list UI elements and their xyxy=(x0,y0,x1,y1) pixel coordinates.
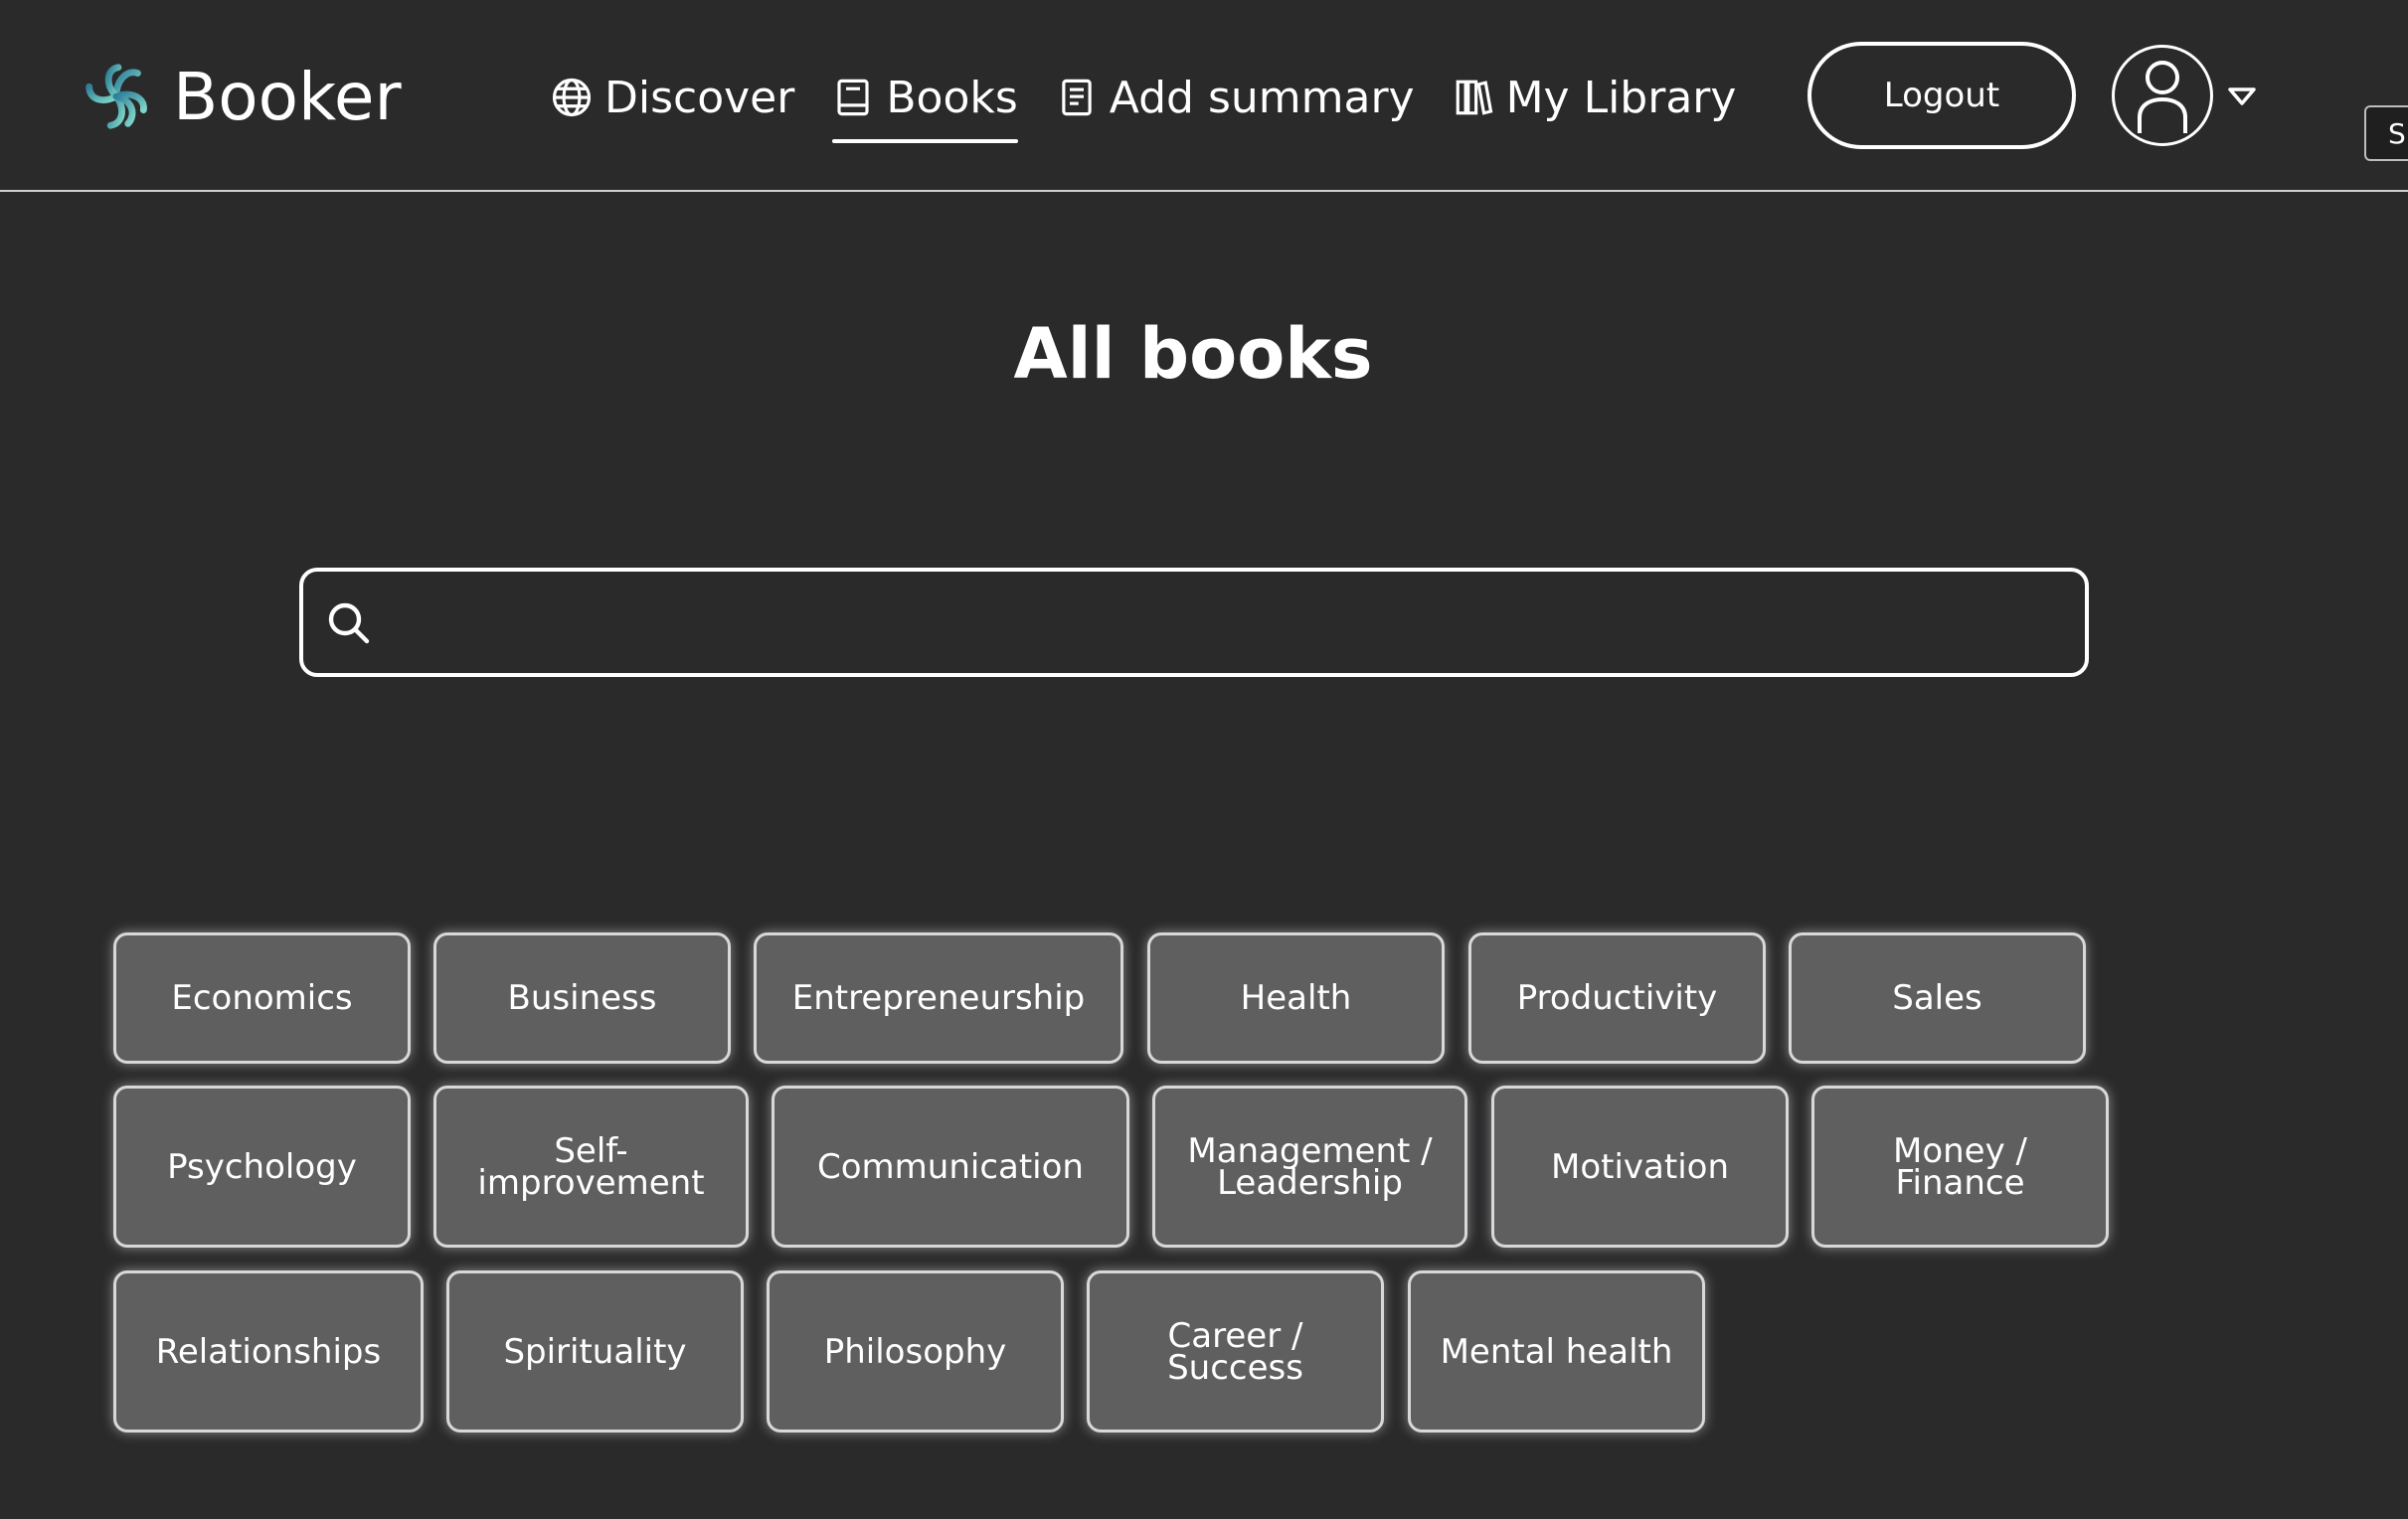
category-philosophy[interactable]: Philosophy xyxy=(767,1270,1064,1433)
nav-discover-label: Discover xyxy=(604,72,795,123)
document-icon xyxy=(1062,79,1092,116)
brand-name: Booker xyxy=(173,58,402,135)
category-entrepreneurship[interactable]: Entrepreneurship xyxy=(754,932,1123,1064)
book-icon xyxy=(837,79,869,116)
category-health[interactable]: Health xyxy=(1147,932,1445,1064)
category-business[interactable]: Business xyxy=(433,932,731,1064)
nav-books[interactable]: Books xyxy=(828,58,1021,143)
chevron-down-icon[interactable] xyxy=(2227,85,2257,107)
nav-books-label: Books xyxy=(886,72,1018,123)
top-navbar: Booker Discover Books Add summary My Lib… xyxy=(0,0,2408,192)
category-communication[interactable]: Communication xyxy=(772,1086,1129,1248)
main-nav: Discover Books Add summary My Library xyxy=(547,58,1741,143)
user-icon xyxy=(2138,61,2187,133)
booker-logo-icon xyxy=(86,64,147,129)
category-money-finance[interactable]: Money / Finance xyxy=(1811,1086,2109,1248)
search-input[interactable] xyxy=(393,584,2073,663)
nav-my-library-label: My Library xyxy=(1505,72,1737,123)
category-sales[interactable]: Sales xyxy=(1789,932,2086,1064)
globe-icon xyxy=(552,78,592,117)
brand[interactable]: Booker xyxy=(78,52,402,141)
search-icon xyxy=(328,602,370,644)
category-motivation[interactable]: Motivation xyxy=(1491,1086,1789,1248)
nav-my-library[interactable]: My Library xyxy=(1449,58,1741,137)
library-icon xyxy=(1456,80,1492,115)
category-relationships[interactable]: Relationships xyxy=(113,1270,424,1433)
page-title: All books xyxy=(1013,313,1373,395)
nav-add-summary[interactable]: Add summary xyxy=(1052,58,1419,137)
nav-add-summary-label: Add summary xyxy=(1109,72,1415,123)
category-productivity[interactable]: Productivity xyxy=(1468,932,1766,1064)
category-psychology[interactable]: Psychology xyxy=(113,1086,411,1248)
category-self-improvement[interactable]: Self-improvement xyxy=(433,1086,749,1248)
logout-button[interactable]: Logout xyxy=(1807,42,2076,149)
category-management-leadership[interactable]: Management / Leadership xyxy=(1152,1086,1467,1248)
nav-discover[interactable]: Discover xyxy=(547,58,798,137)
search-bar[interactable] xyxy=(299,568,2089,677)
category-career-success[interactable]: Career / Success xyxy=(1087,1270,1384,1433)
side-panel-tab[interactable]: S xyxy=(2364,105,2408,161)
category-spirituality[interactable]: Spirituality xyxy=(446,1270,744,1433)
category-economics[interactable]: Economics xyxy=(113,932,411,1064)
category-mental-health[interactable]: Mental health xyxy=(1408,1270,1705,1433)
user-avatar[interactable] xyxy=(2112,45,2213,146)
